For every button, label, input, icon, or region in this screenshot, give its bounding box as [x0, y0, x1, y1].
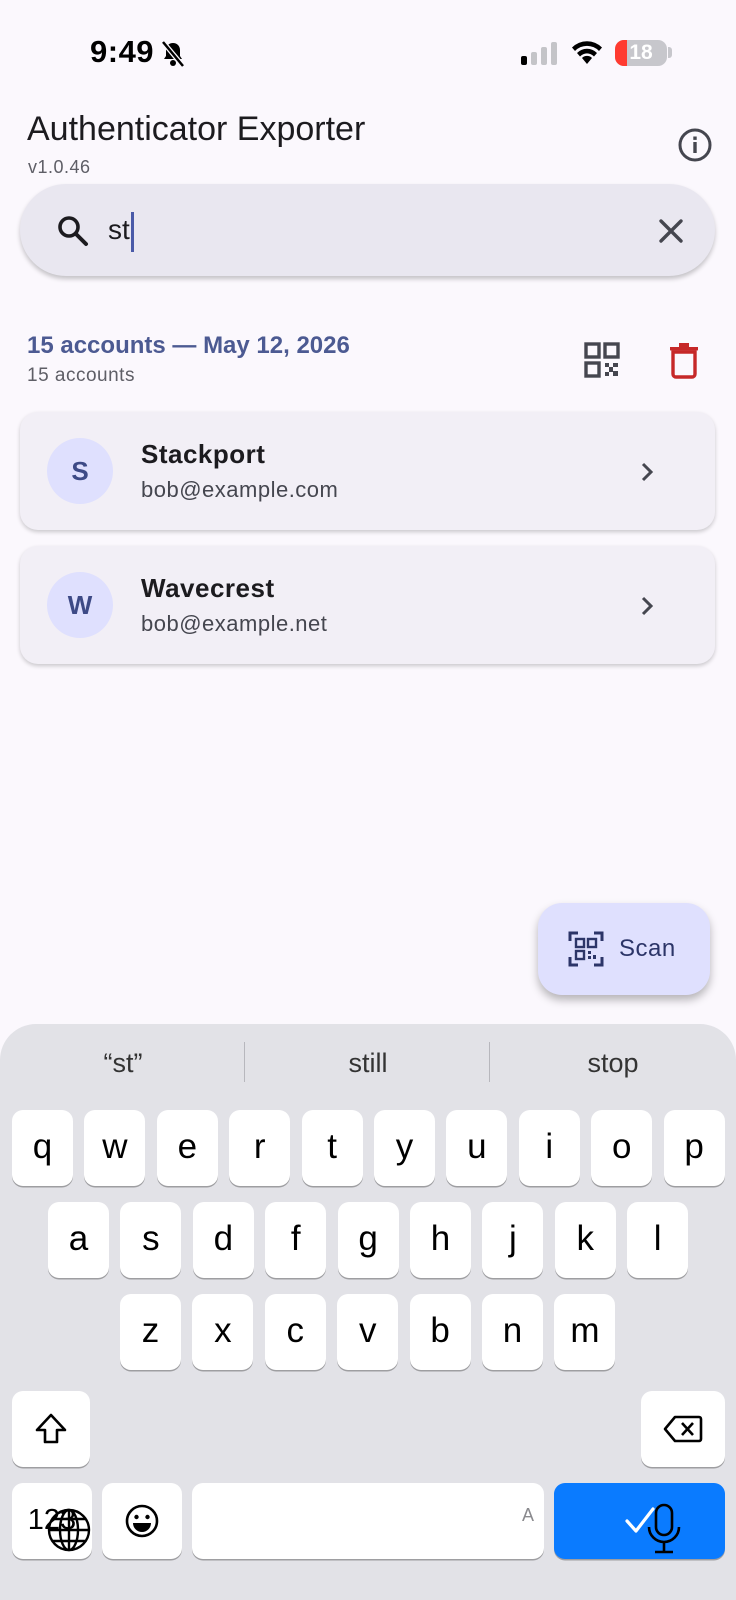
status-time: 9:49: [90, 34, 155, 69]
key-c[interactable]: c: [264, 1294, 326, 1370]
key-backspace[interactable]: [641, 1391, 725, 1467]
account-avatar: S: [47, 438, 113, 504]
group-title: 15 accounts — May 12, 2026: [27, 332, 350, 359]
key-j[interactable]: j: [482, 1202, 544, 1278]
clear-search-icon[interactable]: [648, 208, 694, 254]
key-x[interactable]: x: [192, 1294, 254, 1370]
key-z[interactable]: z: [120, 1294, 181, 1370]
key-done[interactable]: [554, 1483, 725, 1559]
account-email: bob@example.com: [141, 477, 339, 502]
key-emoji[interactable]: [102, 1483, 182, 1559]
qr-code-icon[interactable]: [582, 340, 622, 380]
suggestion-1[interactable]: “st”: [3, 1048, 243, 1079]
key-y[interactable]: y: [374, 1110, 435, 1186]
microphone-icon[interactable]: [644, 1503, 684, 1555]
key-q[interactable]: q: [12, 1110, 73, 1186]
key-r[interactable]: r: [229, 1110, 291, 1186]
chevron-right-icon: [641, 462, 654, 482]
qr-scan-icon: [568, 931, 604, 967]
search-icon: [58, 216, 88, 246]
suggestion-2[interactable]: still: [248, 1048, 488, 1079]
key-t[interactable]: t: [301, 1110, 363, 1186]
key-d[interactable]: d: [192, 1202, 254, 1278]
key-l[interactable]: l: [627, 1202, 689, 1278]
info-icon[interactable]: [676, 126, 714, 164]
key-b[interactable]: b: [409, 1294, 471, 1370]
account-name: Stackport: [141, 439, 266, 469]
emoji-icon: [125, 1504, 159, 1538]
battery-level: 18: [629, 41, 653, 64]
keyboard: “st” still stop 123 A q w e r t y u i o …: [0, 1024, 736, 1600]
space-hint: A: [521, 1505, 534, 1525]
signal-icon: [521, 42, 557, 65]
key-w[interactable]: w: [84, 1110, 146, 1186]
search-bar[interactable]: [20, 184, 715, 276]
group-subtitle: 15 accounts: [27, 365, 135, 386]
account-card-stackport[interactable]: S Stackport bob@example.com: [20, 412, 715, 530]
backspace-icon: [663, 1415, 703, 1443]
app-title: Authenticator Exporter: [27, 110, 366, 148]
account-name: Wavecrest: [141, 573, 275, 603]
chevron-right-icon: [641, 596, 654, 616]
key-u[interactable]: u: [446, 1110, 508, 1186]
delete-icon[interactable]: [664, 340, 704, 380]
battery-indicator: 18: [615, 40, 667, 66]
key-i[interactable]: i: [518, 1110, 580, 1186]
key-g[interactable]: g: [337, 1202, 399, 1278]
key-h[interactable]: h: [410, 1202, 471, 1278]
shift-icon: [35, 1413, 67, 1444]
app-version: v1.0.46: [28, 157, 91, 177]
key-s[interactable]: s: [120, 1202, 182, 1278]
account-avatar: W: [47, 572, 113, 638]
key-space[interactable]: A: [192, 1483, 544, 1559]
battery-tip: [668, 47, 672, 58]
scan-button-label: Scan: [619, 935, 676, 962]
bell-muted-icon: [161, 40, 185, 68]
suggestion-3[interactable]: stop: [493, 1048, 733, 1079]
account-card-wavecrest[interactable]: W Wavecrest bob@example.net: [20, 546, 715, 664]
key-m[interactable]: m: [554, 1294, 616, 1370]
key-f[interactable]: f: [265, 1202, 327, 1278]
key-shift[interactable]: [12, 1391, 90, 1467]
scan-button[interactable]: Scan: [538, 903, 710, 995]
key-o[interactable]: o: [591, 1110, 653, 1186]
suggestion-divider: [244, 1042, 245, 1082]
wifi-icon: [572, 41, 602, 64]
account-email: bob@example.net: [141, 611, 328, 636]
text-caret: [131, 212, 134, 252]
search-input[interactable]: [108, 206, 628, 254]
key-n[interactable]: n: [482, 1294, 543, 1370]
key-k[interactable]: k: [554, 1202, 616, 1278]
key-e[interactable]: e: [156, 1110, 218, 1186]
suggestion-divider: [489, 1042, 490, 1082]
globe-icon[interactable]: [46, 1507, 92, 1553]
key-a[interactable]: a: [48, 1202, 109, 1278]
key-v[interactable]: v: [337, 1294, 399, 1370]
key-p[interactable]: p: [663, 1110, 725, 1186]
